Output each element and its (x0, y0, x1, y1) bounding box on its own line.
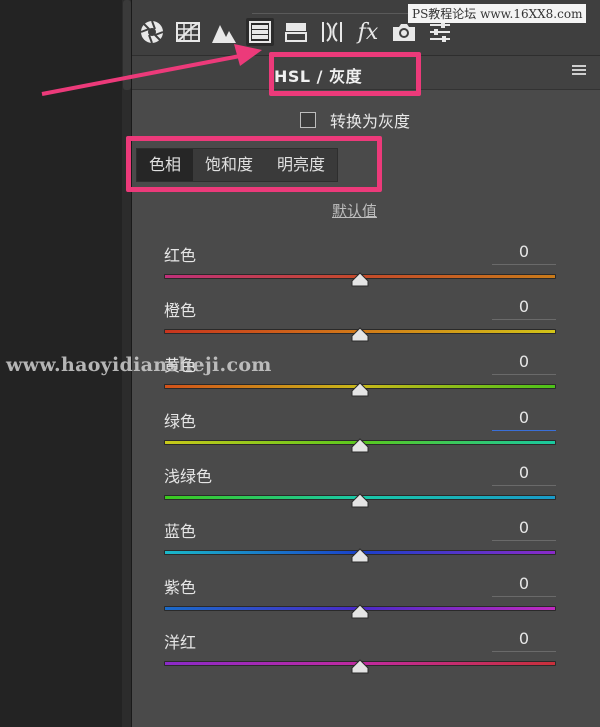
slider-value-input[interactable]: 0 (492, 352, 556, 375)
tone-curve-icon[interactable] (174, 18, 202, 46)
slider-label: 橙色 (164, 301, 197, 320)
basic-icon[interactable] (138, 18, 166, 46)
slider-row: 红色 0 (160, 242, 560, 290)
detail-icon[interactable] (210, 18, 238, 46)
convert-grayscale-row[interactable]: 转换为灰度 (300, 108, 410, 132)
slider-label: 洋红 (164, 633, 197, 652)
panel-menu-icon[interactable] (572, 65, 586, 79)
slider-value-input[interactable]: 0 (492, 408, 556, 431)
slider-thumb[interactable] (351, 493, 369, 508)
hsl-icon[interactable] (246, 18, 274, 46)
defaults-link[interactable]: 默认值 (332, 200, 377, 221)
slider-label: 绿色 (164, 412, 197, 431)
watermark-top-right: PS教程论坛 www.16XX8.com (408, 4, 587, 23)
convert-grayscale-label: 转换为灰度 (330, 112, 411, 131)
effects-icon[interactable]: fx (354, 18, 382, 46)
annotation-tabs-box (126, 136, 382, 192)
watermark-middle: www.haoyidiansheji.com (6, 354, 272, 376)
slider-value-input[interactable]: 0 (492, 629, 556, 652)
lens-corrections-icon[interactable] (318, 18, 346, 46)
slider-thumb[interactable] (351, 548, 369, 563)
slider-thumb[interactable] (351, 438, 369, 453)
slider-row: 洋红 0 (160, 629, 560, 677)
effects-glyph: fx (357, 19, 379, 45)
slider-value-input[interactable]: 0 (492, 518, 556, 541)
annotation-title-box (269, 52, 421, 96)
slider-label: 紫色 (164, 578, 197, 597)
slider-label: 浅绿色 (164, 467, 213, 486)
slider-value-input[interactable]: 0 (492, 574, 556, 597)
slider-label: 红色 (164, 246, 197, 265)
slider-thumb[interactable] (351, 659, 369, 674)
convert-grayscale-checkbox[interactable] (300, 112, 316, 128)
slider-label: 蓝色 (164, 522, 197, 541)
slider-value-input[interactable]: 0 (492, 463, 556, 486)
slider-row: 橙色 0 (160, 297, 560, 345)
slider-thumb[interactable] (351, 382, 369, 397)
slider-row: 绿色 0 (160, 408, 560, 456)
slider-row: 紫色 0 (160, 574, 560, 622)
slider-thumb[interactable] (351, 327, 369, 342)
split-toning-icon[interactable] (282, 18, 310, 46)
slider-value-input[interactable]: 0 (492, 297, 556, 320)
slider-row: 浅绿色 0 (160, 463, 560, 511)
slider-row: 蓝色 0 (160, 518, 560, 566)
slider-value-input[interactable]: 0 (492, 242, 556, 265)
scrollbar-thumb[interactable] (123, 0, 131, 90)
slider-thumb[interactable] (351, 272, 369, 287)
slider-thumb[interactable] (351, 604, 369, 619)
